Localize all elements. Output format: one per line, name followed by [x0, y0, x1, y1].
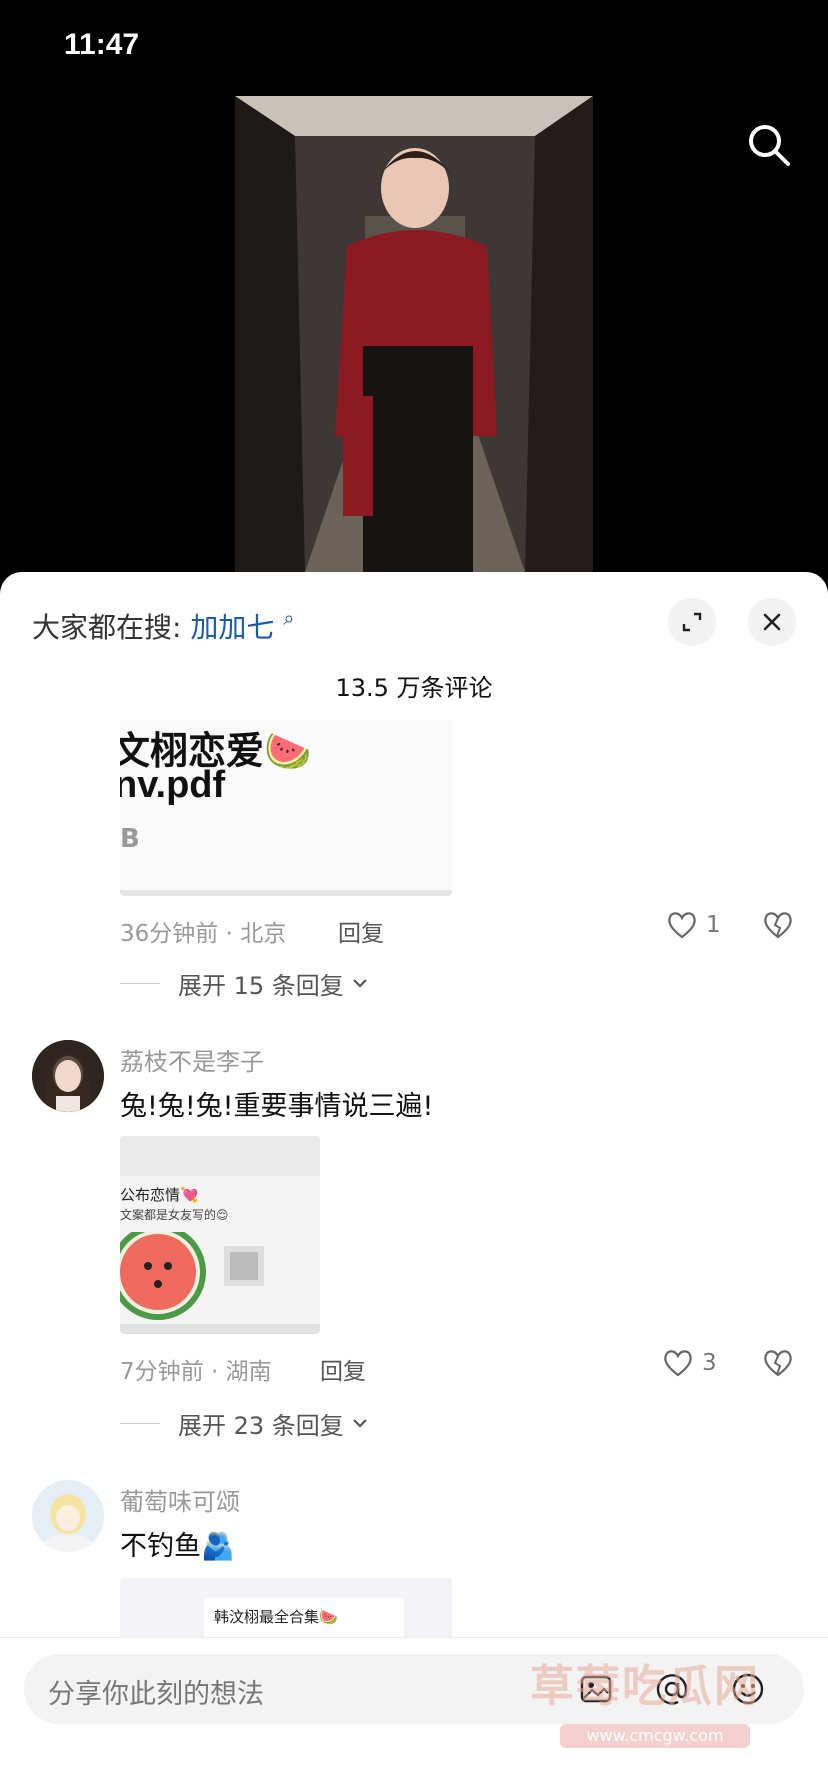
- attachment-card: 韩汶栩最全合集🍉: [204, 1598, 404, 1638]
- expand-button[interactable]: [668, 598, 716, 646]
- comment-username[interactable]: 荔枝不是李子: [120, 1042, 264, 1077]
- attachment-title: 公布恋情💘: [120, 1186, 199, 1204]
- search-button[interactable]: [744, 120, 794, 170]
- attachment-filename: nv.pdf: [120, 764, 226, 806]
- avatar[interactable]: [32, 1040, 104, 1112]
- avatar-image: [32, 1480, 104, 1552]
- watermelon-image: [120, 1232, 264, 1320]
- divider-line: [120, 1423, 160, 1424]
- dislike-button[interactable]: [762, 1348, 794, 1382]
- comment-attachment[interactable]: 韩汶栩最全合集🍉: [120, 1578, 452, 1638]
- comment-attachment[interactable]: 文栩恋爱🍉 nv.pdf B: [120, 720, 452, 896]
- expand-replies[interactable]: 展开 23 条回复: [120, 1406, 370, 1441]
- attachment-size: B: [120, 824, 140, 854]
- comment-list[interactable]: 文栩恋爱🍉 nv.pdf B 36分钟前 · 北京 回复 1 展开 15 条回复: [0, 720, 828, 1638]
- status-time: 11:47: [64, 28, 140, 61]
- broken-heart-icon: [764, 912, 792, 939]
- comment-text: 兔!兔!兔!重要事情说三遍!: [120, 1091, 434, 1122]
- close-icon: [763, 613, 781, 631]
- broken-heart-icon: [764, 1350, 792, 1377]
- dislike-button[interactable]: [762, 910, 794, 944]
- comment-text: 不钓鱼🫂: [120, 1531, 235, 1562]
- avatar[interactable]: [32, 1480, 104, 1552]
- reply-button[interactable]: 回复: [320, 1352, 366, 1386]
- comment-username[interactable]: 葡萄味可颂: [120, 1482, 240, 1517]
- attachment-footer: [120, 890, 452, 896]
- like-count: 1: [706, 912, 721, 938]
- comment-attachment[interactable]: 公布恋情💘 文案都是女友写的😌: [120, 1136, 320, 1334]
- watermark-url: www.cmcgw.com: [560, 1724, 750, 1748]
- heart-icon: [664, 1350, 692, 1377]
- expand-replies-label: 展开 23 条回复: [178, 1412, 344, 1440]
- attachment-title: 韩汶栩最全合集🍉: [214, 1608, 338, 1626]
- watermark: 草莓吃瓜网: [530, 1661, 760, 1712]
- divider-line: [120, 983, 160, 984]
- hot-search-label: 大家都在搜:: [32, 611, 182, 644]
- expand-replies[interactable]: 展开 15 条回复: [120, 966, 370, 1001]
- search-icon: [749, 125, 790, 166]
- like-button[interactable]: 1: [666, 910, 721, 940]
- chevron-down-icon: [353, 978, 367, 988]
- attachment-subtitle: 文案都是女友写的😌: [120, 1208, 229, 1222]
- attachment-header: [120, 1136, 320, 1176]
- like-button[interactable]: 3: [662, 1348, 717, 1378]
- like-count: 3: [702, 1350, 717, 1376]
- search-icon: ⌕: [283, 606, 295, 630]
- comment-meta: 36分钟前 · 北京: [120, 921, 287, 947]
- heart-icon: [668, 912, 696, 939]
- comment-input-bar: 分享你此刻的想法 草莓吃瓜网 www.cmcgw.com: [0, 1637, 828, 1792]
- video-player[interactable]: [235, 96, 593, 572]
- comment-meta: 7分钟前 · 湖南: [120, 1359, 272, 1385]
- expand-icon: [682, 612, 702, 632]
- comments-sheet: 大家都在搜: 加加七 ⌕ 13.5 万条评论 文栩恋爱🍉 nv.pdf B 36…: [0, 572, 828, 1792]
- comment-input-placeholder: 分享你此刻的想法: [48, 1679, 264, 1710]
- comment-count: 13.5 万条评论: [335, 674, 493, 702]
- hot-search[interactable]: 大家都在搜: 加加七 ⌕: [32, 606, 294, 646]
- expand-replies-label: 展开 15 条回复: [178, 972, 344, 1000]
- avatar-image: [32, 1040, 104, 1112]
- hot-search-keyword[interactable]: 加加七: [190, 611, 274, 644]
- attachment-footer: [120, 1324, 320, 1334]
- sheet-header: 大家都在搜: 加加七 ⌕: [32, 598, 796, 646]
- reply-button[interactable]: 回复: [338, 914, 384, 948]
- video-frame: [235, 96, 593, 572]
- close-button[interactable]: [748, 598, 796, 646]
- chevron-down-icon: [353, 1418, 367, 1428]
